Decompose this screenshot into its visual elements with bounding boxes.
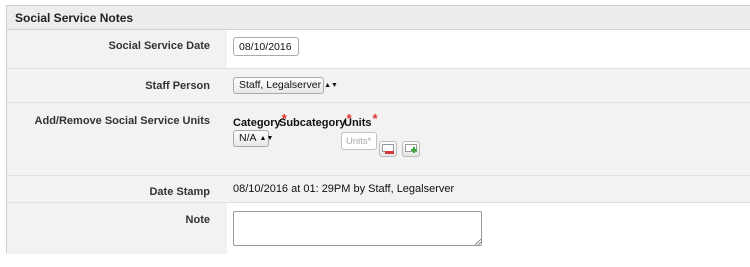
staff-row: Staff Person Staff, Legalserver ▲▼ (7, 69, 750, 103)
date-row: Social Service Date (7, 30, 750, 69)
note-textarea[interactable] (233, 211, 482, 246)
social-service-date-input[interactable] (233, 37, 299, 56)
note-label: Note (7, 203, 227, 254)
date-label: Social Service Date (7, 30, 227, 68)
units-row: Add/Remove Social Service Units Category… (7, 103, 750, 176)
add-row-icon (405, 144, 417, 153)
select-arrows-icon: ▲▼ (324, 82, 338, 89)
category-selected: N/A (239, 132, 257, 144)
remove-unit-button[interactable] (379, 141, 397, 157)
required-marker: * (372, 111, 378, 126)
select-arrows-icon: ▲▼ (259, 135, 274, 142)
date-stamp-row: Date Stamp 08/10/2016 at 01: 29PM by Sta… (7, 176, 750, 203)
units-header: Units* (344, 111, 378, 129)
subcategory-header: Subcategory* (279, 111, 352, 129)
units-input[interactable] (341, 132, 377, 150)
units-label: Add/Remove Social Service Units (7, 103, 227, 175)
social-service-notes-panel: Social Service Notes Social Service Date… (6, 5, 750, 254)
add-unit-button[interactable] (402, 141, 420, 157)
staff-label: Staff Person (7, 69, 227, 102)
category-select[interactable]: N/A ▲▼ (233, 130, 273, 147)
staff-person-select[interactable]: Staff, Legalserver ▲▼ (233, 77, 338, 94)
note-row: Note (7, 203, 750, 254)
date-stamp-value: 08/10/2016 at 01: 29PM by Staff, Legalse… (233, 183, 455, 195)
staff-person-selected: Staff, Legalserver (239, 79, 322, 91)
date-stamp-label: Date Stamp (7, 176, 227, 202)
panel-title: Social Service Notes (7, 6, 750, 30)
resize-grip-icon[interactable] (475, 239, 481, 245)
remove-row-icon (382, 144, 394, 154)
